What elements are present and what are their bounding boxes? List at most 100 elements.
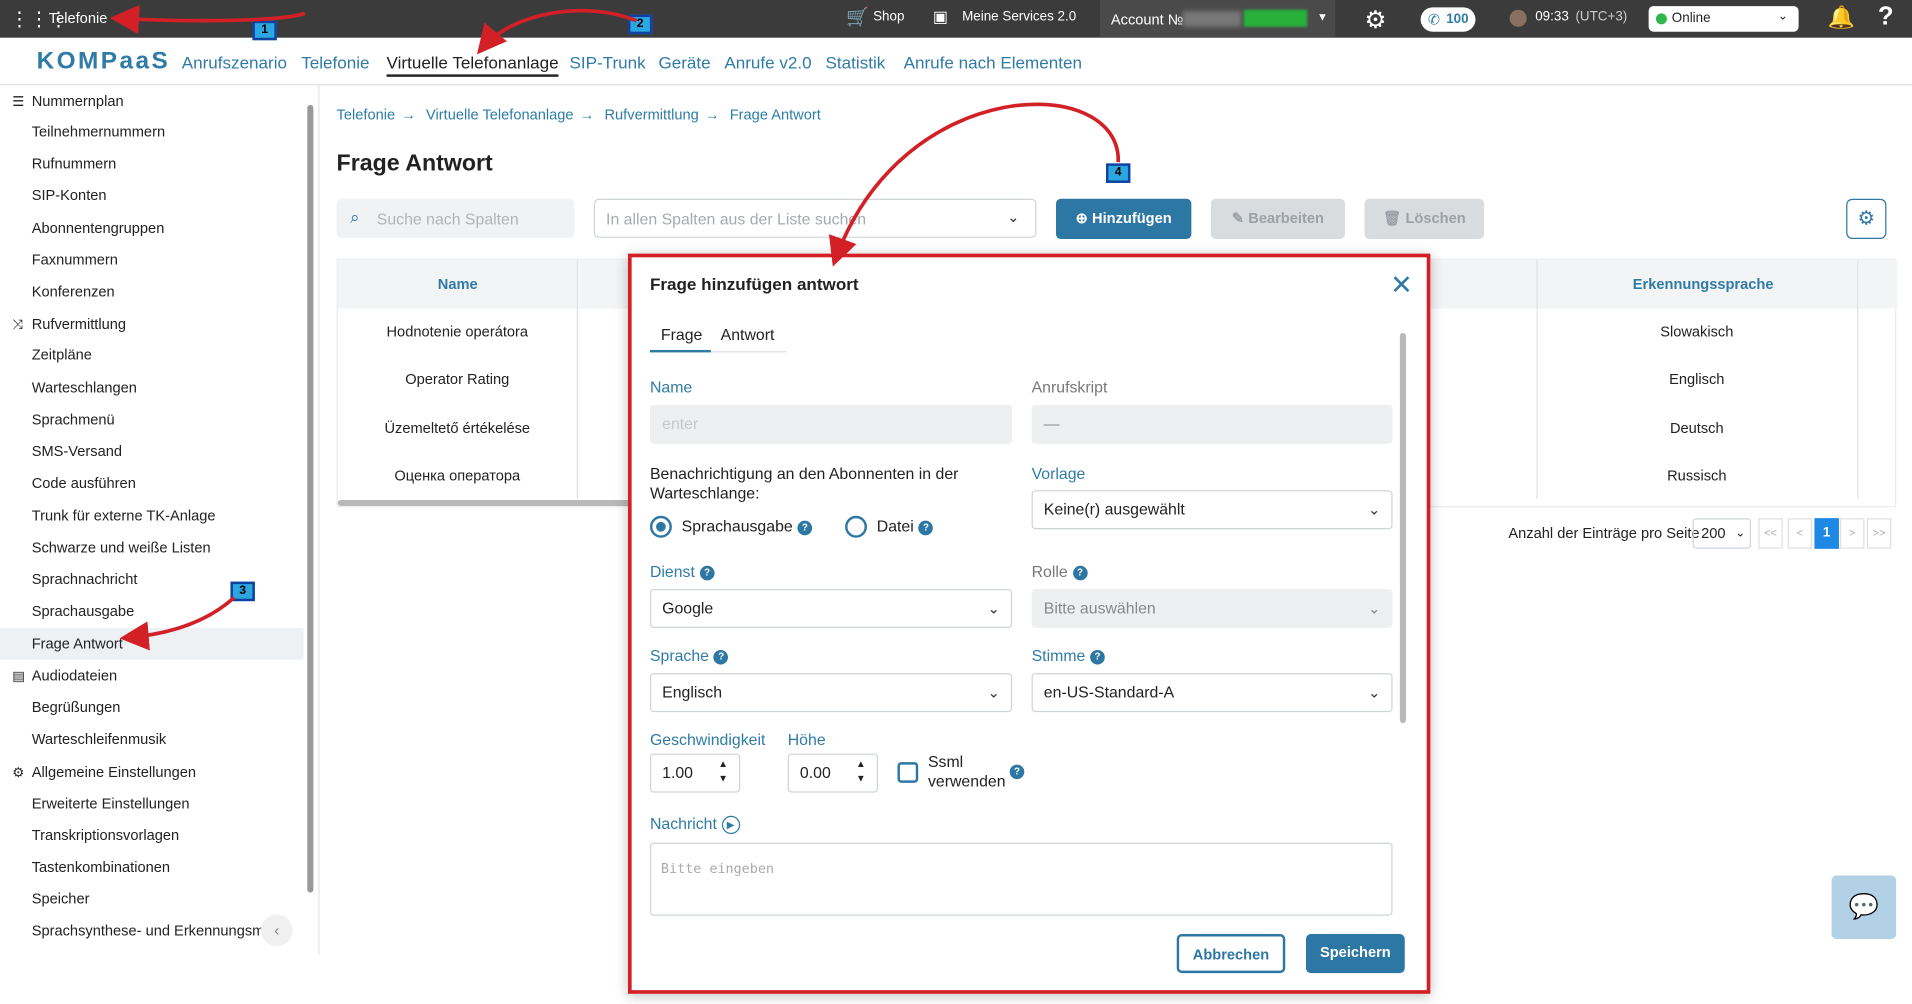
calls-badge[interactable]: ✆ 100 <box>1420 7 1476 32</box>
all-columns-filter[interactable]: In allen Spalten aus der Liste suchen ⌄ <box>593 198 1037 238</box>
help-icon[interactable]: ? <box>1009 764 1025 780</box>
ssml-checkbox[interactable] <box>897 762 919 783</box>
sidebar-item[interactable]: Trunk für externe TK-Anlage <box>32 507 216 524</box>
table-cell-language[interactable]: Deutsch <box>1536 419 1857 436</box>
account-selector[interactable]: Account № ▼ <box>1099 0 1336 38</box>
service-select[interactable]: Google ⌄ <box>649 588 1013 628</box>
nav-item-calls-v2[interactable]: Anrufe v2.0 <box>724 52 811 72</box>
app-title[interactable]: Telefonie <box>49 10 108 27</box>
tab-answer[interactable]: Antwort <box>721 326 775 344</box>
table-cell-name[interactable]: Hodnotenie operátora <box>338 323 577 340</box>
current-page-button[interactable]: 1 <box>1814 518 1839 549</box>
voice-select[interactable]: en-US-Standard-A ⌄ <box>1031 673 1393 713</box>
sidebar-item[interactable]: Code ausführen <box>32 474 136 491</box>
sidebar-item[interactable]: Warteschlangen <box>32 379 137 396</box>
breadcrumb-item[interactable]: Telefonie <box>337 106 396 123</box>
sidebar-item[interactable]: Teilnehmernummern <box>32 123 165 140</box>
sidebar-section-numbering[interactable]: ☰ Nummernplan <box>12 93 123 110</box>
table-cell-language[interactable]: Russisch <box>1536 467 1857 484</box>
help-icon[interactable]: ? <box>713 649 729 665</box>
help-icon[interactable]: ? <box>1072 565 1088 580</box>
breadcrumb-item[interactable]: Frage Antwort <box>730 106 821 123</box>
sidebar-item[interactable]: Sprachnachricht <box>32 571 138 588</box>
cancel-button[interactable]: Abbrechen <box>1176 934 1286 974</box>
column-search-input[interactable]: ⌕ Suche nach Spalten <box>336 198 575 238</box>
gear-icon[interactable]: ⚙ <box>1365 5 1387 35</box>
close-icon[interactable]: ✕ <box>1390 269 1412 301</box>
sidebar-item[interactable]: Sprachmenü <box>32 411 115 428</box>
sidebar-item[interactable]: Zeitpläne <box>32 346 92 363</box>
play-icon[interactable]: ▶ <box>721 815 740 835</box>
sidebar-item[interactable]: Rufnummern <box>32 155 117 172</box>
nav-item-virtual-pbx[interactable]: Virtuelle Telefonanlage <box>386 52 559 77</box>
help-icon[interactable]: ? <box>918 520 934 535</box>
sidebar-scrollbar[interactable] <box>307 104 314 893</box>
message-textarea[interactable]: Bitte eingeben <box>649 842 1393 916</box>
speed-stepper[interactable]: 1.00 ▲ ▼ <box>649 753 741 793</box>
help-icon[interactable]: ? <box>1878 2 1894 31</box>
sidebar-section-general[interactable]: ⚙ Allgemeine Einstellungen <box>12 763 196 780</box>
table-cell-name[interactable]: Оценка оператора <box>338 467 577 484</box>
sidebar-item[interactable]: Konferenzen <box>32 283 115 300</box>
help-icon[interactable]: ? <box>797 520 813 535</box>
name-input[interactable]: enter <box>649 404 1013 444</box>
services-link[interactable]: Meine Services 2.0 <box>962 10 1076 25</box>
language-select[interactable]: Englisch ⌄ <box>649 673 1013 713</box>
tab-question[interactable]: Frage <box>661 326 702 344</box>
stepper-down-icon[interactable]: ▼ <box>856 761 866 798</box>
per-page-select[interactable]: 200 ⌄ <box>1692 518 1752 549</box>
sidebar-item-active[interactable]: Frage Antwort <box>32 635 123 652</box>
help-icon[interactable]: ? <box>1090 649 1105 665</box>
user-avatar-icon[interactable] <box>1509 9 1527 27</box>
sidebar-section-audio[interactable]: ▤ Audiodateien <box>12 667 117 684</box>
nav-item-sip-trunk[interactable]: SIP-Trunk <box>569 52 645 72</box>
pitch-stepper[interactable]: 0.00 ▲ ▼ <box>787 753 878 793</box>
nav-item-devices[interactable]: Geräte <box>658 52 710 72</box>
column-header-language[interactable]: Erkennungssprache <box>1633 276 1774 293</box>
shop-link[interactable]: Shop <box>873 10 904 25</box>
sidebar-item[interactable]: Sprachsynthese- und Erkennungsmus <box>32 922 264 939</box>
sidebar-item[interactable]: SMS-Versand <box>32 443 122 460</box>
dialog-scrollbar[interactable] <box>1399 332 1406 724</box>
nav-item-calls-by-elements[interactable]: Anrufe nach Elementen <box>904 52 1082 72</box>
bell-icon[interactable]: 🔔 <box>1828 5 1855 31</box>
table-cell-name[interactable]: Üzemeltető értékelése <box>338 419 577 436</box>
edit-button[interactable]: ✎ Bearbeiten <box>1210 198 1345 240</box>
column-header-name[interactable]: Name <box>438 276 478 293</box>
table-cell-name[interactable]: Operator Rating <box>338 371 577 388</box>
logo[interactable]: KOMPaaS <box>37 48 171 76</box>
status-select[interactable]: Online ⌄ <box>1648 6 1799 32</box>
chat-widget-button[interactable]: 💬 <box>1831 875 1897 939</box>
template-select[interactable]: Keine(r) ausgewählt ⌄ <box>1031 490 1393 530</box>
add-button[interactable]: ⊕ Hinzufügen <box>1056 198 1192 240</box>
last-page-button[interactable]: >> <box>1866 518 1892 549</box>
sidebar-item[interactable]: Schwarze und weiße Listen <box>32 539 211 556</box>
sidebar-item[interactable]: Sprachausgabe <box>32 602 135 619</box>
sidebar-item[interactable]: Abonnentengruppen <box>32 219 165 236</box>
sidebar-item[interactable]: Erweiterte Einstellungen <box>32 795 190 812</box>
breadcrumb-item[interactable]: Virtuelle Telefonanlage <box>426 106 574 123</box>
table-cell-language[interactable]: Slowakisch <box>1536 323 1857 340</box>
sidebar-item[interactable]: Tastenkombinationen <box>32 858 170 875</box>
radio-file[interactable] <box>845 515 867 538</box>
sidebar-item[interactable]: Speicher <box>32 890 90 907</box>
nav-item-telephony[interactable]: Telefonie <box>301 52 369 72</box>
prev-page-button[interactable]: < <box>1787 518 1813 549</box>
nav-item-statistics[interactable]: Statistik <box>826 52 886 72</box>
help-icon[interactable]: ? <box>699 565 715 580</box>
sidebar-item[interactable]: Warteschleifenmusik <box>32 730 166 747</box>
first-page-button[interactable]: << <box>1758 518 1783 549</box>
stepper-down-icon[interactable]: ▼ <box>718 761 728 798</box>
collapse-sidebar-button[interactable]: ‹ <box>260 914 293 947</box>
services-icon[interactable]: ▣ <box>933 7 948 27</box>
breadcrumb-item[interactable]: Rufvermittlung <box>604 106 698 123</box>
nav-item-scenario[interactable]: Anrufszenario <box>182 52 287 72</box>
radio-tts[interactable] <box>649 515 672 538</box>
sidebar-item[interactable]: Transkriptionsvorlagen <box>32 827 179 844</box>
sidebar-item[interactable]: SIP-Konten <box>32 187 107 204</box>
sidebar-section-routing[interactable]: ⤨ Rufvermittlung <box>12 316 126 334</box>
save-button[interactable]: Speichern <box>1305 934 1405 974</box>
sidebar-item[interactable]: Begrüßungen <box>32 699 121 716</box>
table-cell-language[interactable]: Englisch <box>1536 371 1857 388</box>
table-settings-button[interactable]: ⚙ <box>1846 198 1887 240</box>
